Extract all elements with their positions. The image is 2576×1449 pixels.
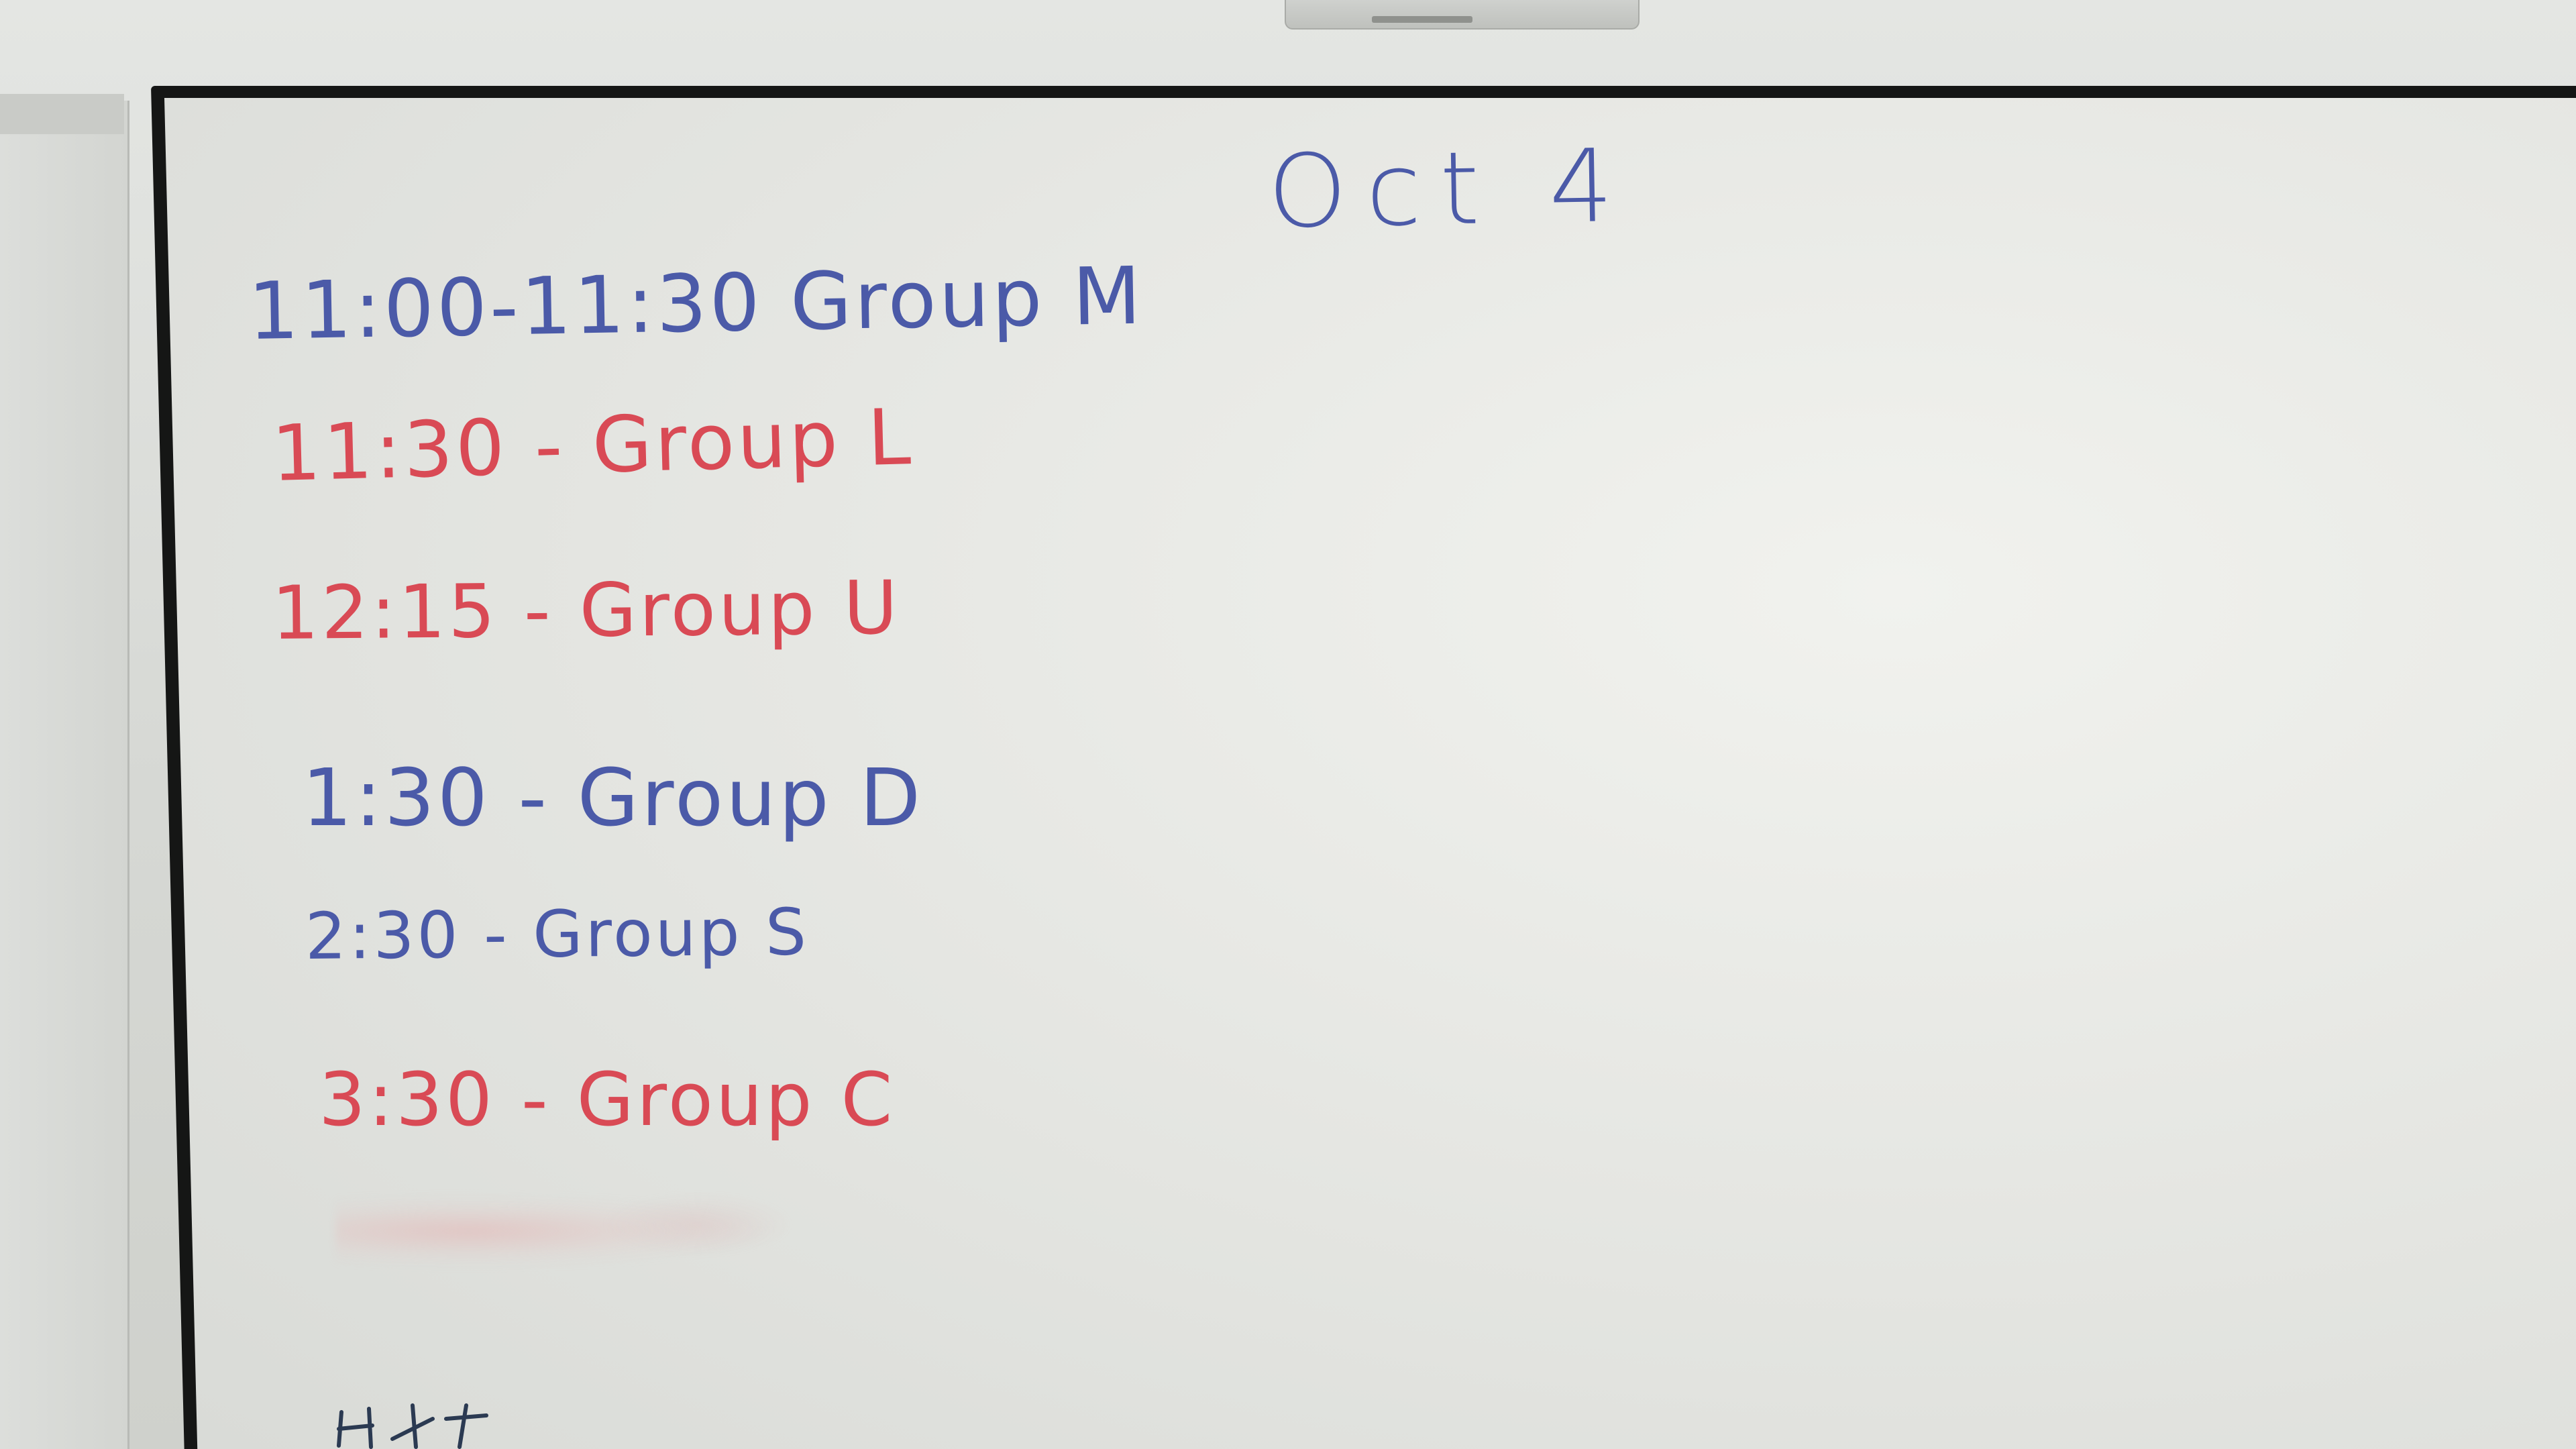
board-date: Oct 4	[1267, 127, 1633, 251]
schedule-entry-group-s: 2:30 - Group S	[305, 894, 810, 974]
left-wall	[0, 101, 129, 1449]
ceiling-projector	[1285, 0, 1640, 30]
schedule-entry-group-u: 12:15 - Group U	[271, 564, 901, 656]
wall-trim	[0, 94, 124, 134]
schedule-entry-group-c: 3:30 - Group C	[319, 1057, 896, 1142]
projector-vent	[1372, 16, 1472, 23]
cut-off-scribble	[337, 1403, 488, 1449]
schedule-entry-group-l: 11:30 - Group L	[270, 392, 915, 499]
schedule-entry-group-d: 1:30 - Group D	[302, 751, 924, 844]
whiteboard-photo: Oct 4 11:00-11:30 Group M 11:30 - Group …	[0, 0, 2576, 1449]
schedule-entry-group-m: 11:00-11:30 Group M	[247, 249, 1144, 358]
erased-marker-residue-2	[604, 1194, 792, 1254]
